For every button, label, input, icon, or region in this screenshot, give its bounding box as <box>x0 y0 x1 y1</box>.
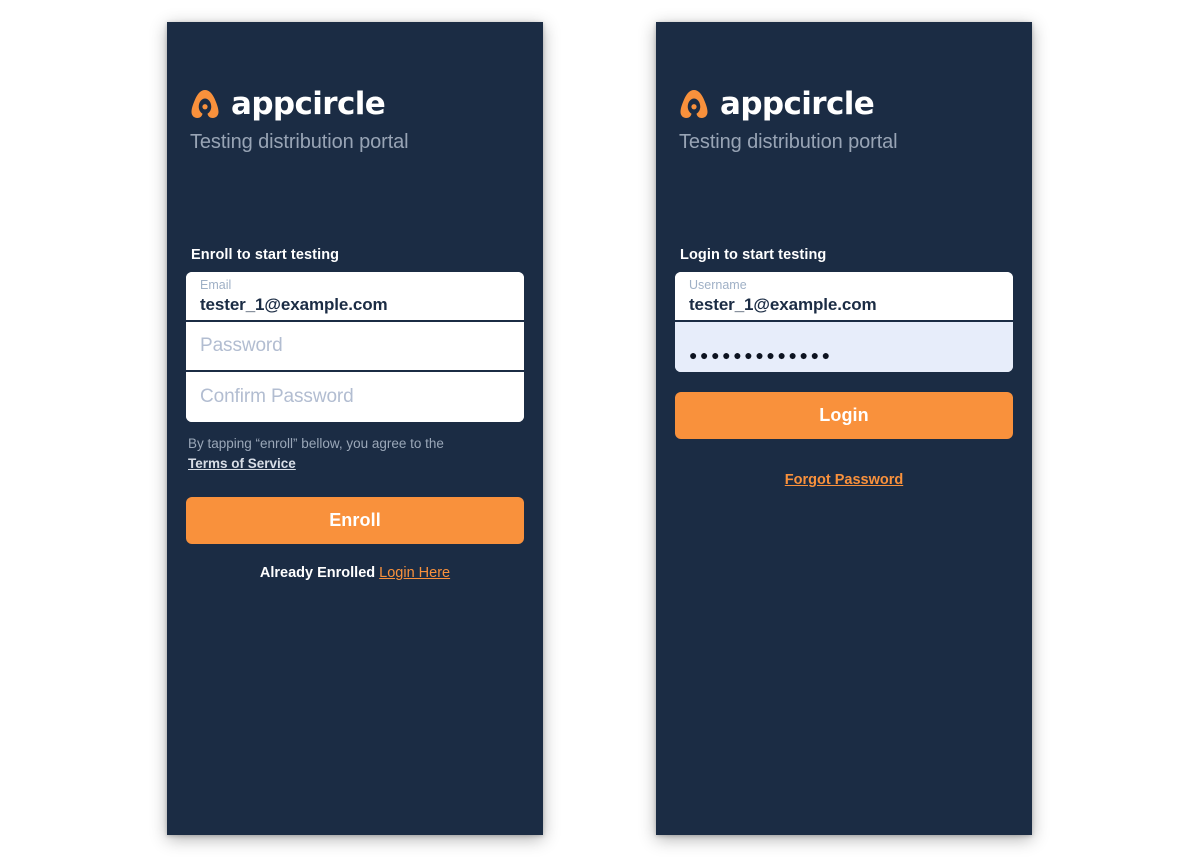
terms-of-service-link[interactable]: Terms of Service <box>188 456 296 471</box>
login-here-link[interactable]: Login Here <box>379 565 450 581</box>
enroll-card-content: appcircle Testing distribution portal En… <box>167 22 543 835</box>
brand-subtitle: Testing distribution portal <box>190 131 409 153</box>
username-field-value: tester_1@example.com <box>689 294 877 314</box>
forgot-password-row: Forgot Password <box>675 471 1013 489</box>
enroll-phone-card: appcircle Testing distribution portal En… <box>167 22 543 835</box>
appcircle-logo-icon <box>680 90 708 118</box>
email-field-value: tester_1@example.com <box>200 294 388 314</box>
username-field-label: Username <box>689 278 747 292</box>
email-field-label: Email <box>200 278 232 292</box>
brand-wordmark: appcircle <box>720 85 875 122</box>
already-enrolled-row: Already Enrolled Login Here <box>186 565 524 581</box>
password-field[interactable]: Password <box>186 322 524 372</box>
enroll-form-heading: Enroll to start testing <box>191 247 340 263</box>
screen-root: appcircle Testing distribution portal En… <box>0 0 1200 860</box>
brand-header-login: appcircle <box>675 22 1013 120</box>
login-phone-card: appcircle Testing distribution portal Lo… <box>656 22 1032 835</box>
login-password-masked-value: ●●●●●●●●●●●●● <box>689 347 833 363</box>
login-form: Login to start testing Username tester_1… <box>675 247 1013 489</box>
already-enrolled-text: Already Enrolled <box>259 565 376 582</box>
enroll-button[interactable]: Enroll <box>186 497 524 545</box>
appcircle-logo-icon <box>191 90 219 118</box>
login-card-content: appcircle Testing distribution portal Lo… <box>656 22 1032 835</box>
email-field[interactable]: Email tester_1@example.com <box>186 272 524 322</box>
login-password-field[interactable]: ●●●●●●●●●●●●● <box>675 322 1013 372</box>
brand-subtitle: Testing distribution portal <box>679 131 898 153</box>
username-field[interactable]: Username tester_1@example.com <box>675 272 1013 322</box>
brand-header: appcircle <box>186 22 524 120</box>
enroll-input-group: Email tester_1@example.com Password Conf… <box>186 272 524 422</box>
login-button[interactable]: Login <box>675 392 1013 439</box>
terms-notice: By tapping “enroll” bellow, you agree to… <box>186 434 524 473</box>
confirm-password-field[interactable]: Confirm Password <box>186 372 524 422</box>
login-input-group: Username tester_1@example.com ●●●●●●●●●●… <box>675 272 1013 372</box>
login-form-heading: Login to start testing <box>680 247 827 263</box>
brand-wordmark: appcircle <box>231 85 386 122</box>
enroll-form: Enroll to start testing Email tester_1@e… <box>186 247 524 581</box>
password-field-placeholder: Password <box>200 335 283 356</box>
confirm-password-field-placeholder: Confirm Password <box>200 386 354 407</box>
terms-notice-text: By tapping “enroll” bellow, you agree to… <box>188 436 444 451</box>
forgot-password-link[interactable]: Forgot Password <box>785 472 903 488</box>
